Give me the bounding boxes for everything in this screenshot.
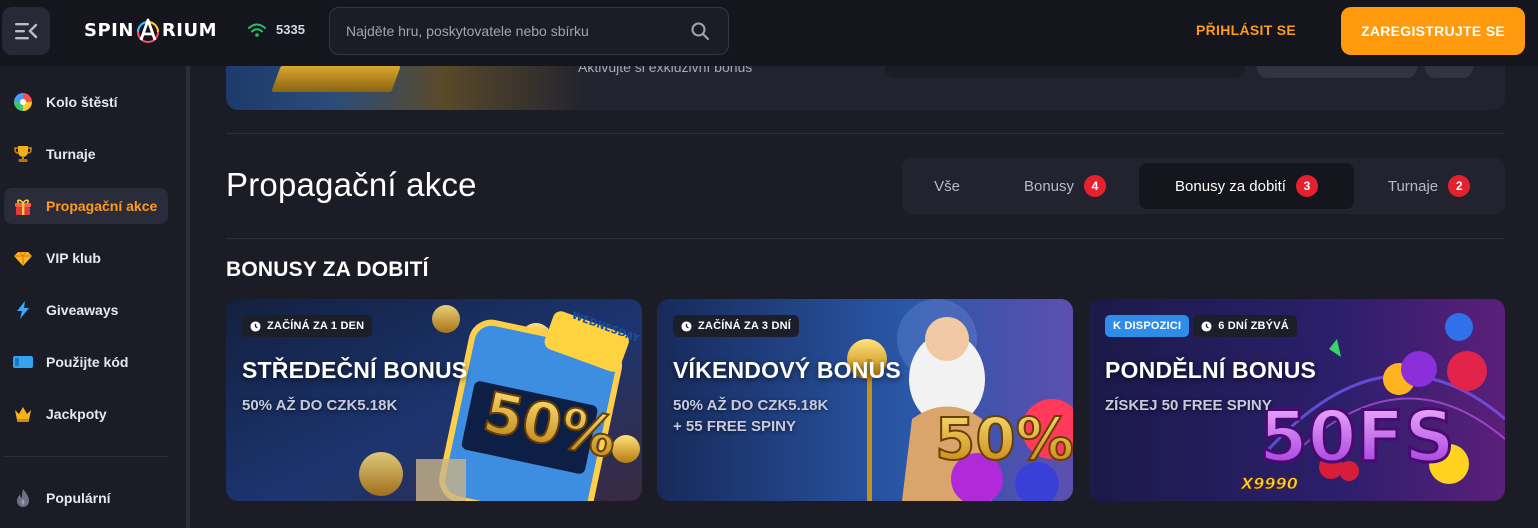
logo-text-left: SPIN xyxy=(84,19,134,41)
svg-text:50FS: 50FS xyxy=(1259,396,1455,478)
gift-icon xyxy=(12,195,34,217)
sidebar-item-label: Turnaje xyxy=(46,146,96,162)
sidebar-item-label: Propagační akce xyxy=(46,198,158,214)
wifi-icon xyxy=(248,23,266,37)
promo-code-banner: Aktivujte si exkluzivní bonus xyxy=(226,66,1505,110)
clock-icon xyxy=(681,320,692,332)
tab-label: Vše xyxy=(934,177,960,195)
tag-text: ZAČÍNÁ ZA 1 DEN xyxy=(267,320,365,332)
card-subtitle-line: ZÍSKEJ 50 FREE SPINY xyxy=(1105,397,1272,414)
count-badge: 4 xyxy=(1084,175,1107,197)
start-time-tag: ZAČÍNÁ ZA 1 DEN xyxy=(242,315,373,337)
logo-a-icon xyxy=(136,18,159,43)
gold-ticket-image xyxy=(271,66,401,92)
tab-bonuses[interactable]: Bonusy 4 xyxy=(1000,163,1130,209)
sidebar-item-jackpots[interactable]: Jackpoty xyxy=(4,396,168,432)
sidebar: Kolo štěstí Turnaje Propagační akce VIP … xyxy=(0,66,186,528)
tab-tournaments[interactable]: Turnaje 2 xyxy=(1364,163,1494,209)
sidebar-item-label: Kolo štěstí xyxy=(46,94,118,110)
search-box[interactable] xyxy=(329,7,729,55)
divider xyxy=(226,133,1505,134)
sidebar-item-vip[interactable]: VIP klub xyxy=(4,240,168,276)
online-players: 5335 xyxy=(248,22,305,37)
sidebar-divider xyxy=(4,456,168,457)
tag-text: 6 DNÍ ZBÝVÁ xyxy=(1218,320,1289,332)
trophy-icon xyxy=(12,143,34,165)
sidebar-item-label: Populární xyxy=(46,490,111,506)
fire-icon xyxy=(12,487,34,509)
card-tags: K DISPOZICI 6 DNÍ ZBÝVÁ xyxy=(1105,315,1297,337)
card-title: STŘEDEČNÍ BONUS xyxy=(242,357,468,383)
start-time-tag: ZAČÍNÁ ZA 3 DNÍ xyxy=(673,315,800,337)
divider xyxy=(226,238,1505,239)
svg-text:50%: 50% xyxy=(935,405,1073,473)
ticket-icon xyxy=(12,351,34,373)
promo-card-wednesday[interactable]: 50% WEDNESDAY BONUS ZAČÍNÁ ZA 1 DEN STŘE… xyxy=(226,299,642,501)
site-logo[interactable]: SPIN RIUM xyxy=(84,17,217,43)
card-subtitle-line: 50% AŽ DO CZK5.18K xyxy=(242,397,398,414)
menu-collapse-icon xyxy=(15,23,38,40)
search-icon[interactable] xyxy=(690,21,710,41)
login-button[interactable]: PŘIHLÁSIT SE xyxy=(1196,22,1296,38)
logo-text-right: RIUM xyxy=(161,19,218,41)
sidebar-item-promotions[interactable]: Propagační akce xyxy=(4,188,168,224)
page-title: Propagační akce xyxy=(226,166,477,203)
card-subtitle-line: + 55 FREE SPINY xyxy=(673,418,796,435)
sidebar-scrollbar[interactable] xyxy=(186,66,190,528)
promo-code-input[interactable] xyxy=(885,66,1245,78)
register-button[interactable]: ZAREGISTRUJTE SE xyxy=(1341,7,1525,55)
sidebar-item-wheel[interactable]: Kolo štěstí xyxy=(4,84,168,120)
promo-code-submit[interactable] xyxy=(1257,66,1417,78)
sidebar-item-label: Použijte kód xyxy=(46,354,129,370)
tab-label: Bonusy xyxy=(1023,177,1075,195)
card-subtitle: ZÍSKEJ 50 FREE SPINY xyxy=(1105,395,1272,416)
lightning-icon xyxy=(12,299,34,321)
card-subtitle-line: 50% AŽ DO CZK5.18K xyxy=(673,397,829,414)
tab-reload-bonuses[interactable]: Bonusy za dobití 3 xyxy=(1139,163,1354,209)
time-left-tag: 6 DNÍ ZBÝVÁ xyxy=(1193,315,1297,337)
diamond-icon xyxy=(12,247,34,269)
count-badge: 3 xyxy=(1295,175,1318,197)
search-input[interactable] xyxy=(346,8,676,54)
card-title: PONDĚLNÍ BONUS xyxy=(1105,357,1317,383)
clock-icon xyxy=(1201,320,1212,332)
sidebar-item-label: VIP klub xyxy=(46,250,101,266)
card-tags: ZAČÍNÁ ZA 1 DEN xyxy=(242,315,373,337)
sidebar-item-popular[interactable]: Populární xyxy=(4,480,168,516)
banner-text: Aktivujte si exkluzivní bonus xyxy=(578,66,753,75)
top-header: SPIN RIUM 5335 PŘIHLÁSIT SE ZAREGISTRUJT… xyxy=(0,0,1538,66)
tag-text: ZAČÍNÁ ZA 3 DNÍ xyxy=(698,320,792,332)
sidebar-item-giveaways[interactable]: Giveaways xyxy=(4,292,168,328)
tab-label: Bonusy za dobití xyxy=(1175,177,1286,195)
promo-card-monday[interactable]: 50FS X9990 K DISPOZICI 6 DNÍ ZBÝVÁ PONDĚ… xyxy=(1089,299,1505,501)
wheel-icon xyxy=(12,91,34,113)
sidebar-item-label: Giveaways xyxy=(46,302,119,318)
sidebar-item-label: Jackpoty xyxy=(46,406,107,422)
promo-card-weekend[interactable]: 50% ZAČÍNÁ ZA 3 DNÍ VÍKENDOVÝ BONUS 50% … xyxy=(657,299,1073,501)
card-subtitle: 50% AŽ DO CZK5.18K + 55 FREE SPINY xyxy=(673,395,828,437)
clock-icon xyxy=(250,320,261,332)
menu-toggle-button[interactable] xyxy=(2,7,50,55)
sidebar-item-tournaments[interactable]: Turnaje xyxy=(4,136,168,172)
tab-all[interactable]: Vše xyxy=(902,163,992,209)
card-subtitle: 50% AŽ DO CZK5.18K xyxy=(242,395,397,416)
card-tags: ZAČÍNÁ ZA 3 DNÍ xyxy=(673,315,800,337)
promo-code-extra-button[interactable] xyxy=(1425,66,1473,78)
tab-label: Turnaje xyxy=(1387,177,1439,195)
section-title: BONUSY ZA DOBITÍ xyxy=(226,258,429,281)
sidebar-item-use-code[interactable]: Použijte kód xyxy=(4,344,168,380)
count-badge: 2 xyxy=(1448,175,1471,197)
svg-text:X9990: X9990 xyxy=(1240,474,1298,493)
available-tag: K DISPOZICI xyxy=(1105,315,1190,337)
online-count: 5335 xyxy=(276,22,305,37)
promo-tabs: Vše Bonusy 4 Bonusy za dobití 3 Turnaje … xyxy=(902,158,1505,214)
card-title: VÍKENDOVÝ BONUS xyxy=(673,357,901,383)
tag-text: K DISPOZICI xyxy=(1113,320,1182,332)
crown-icon xyxy=(12,403,34,425)
